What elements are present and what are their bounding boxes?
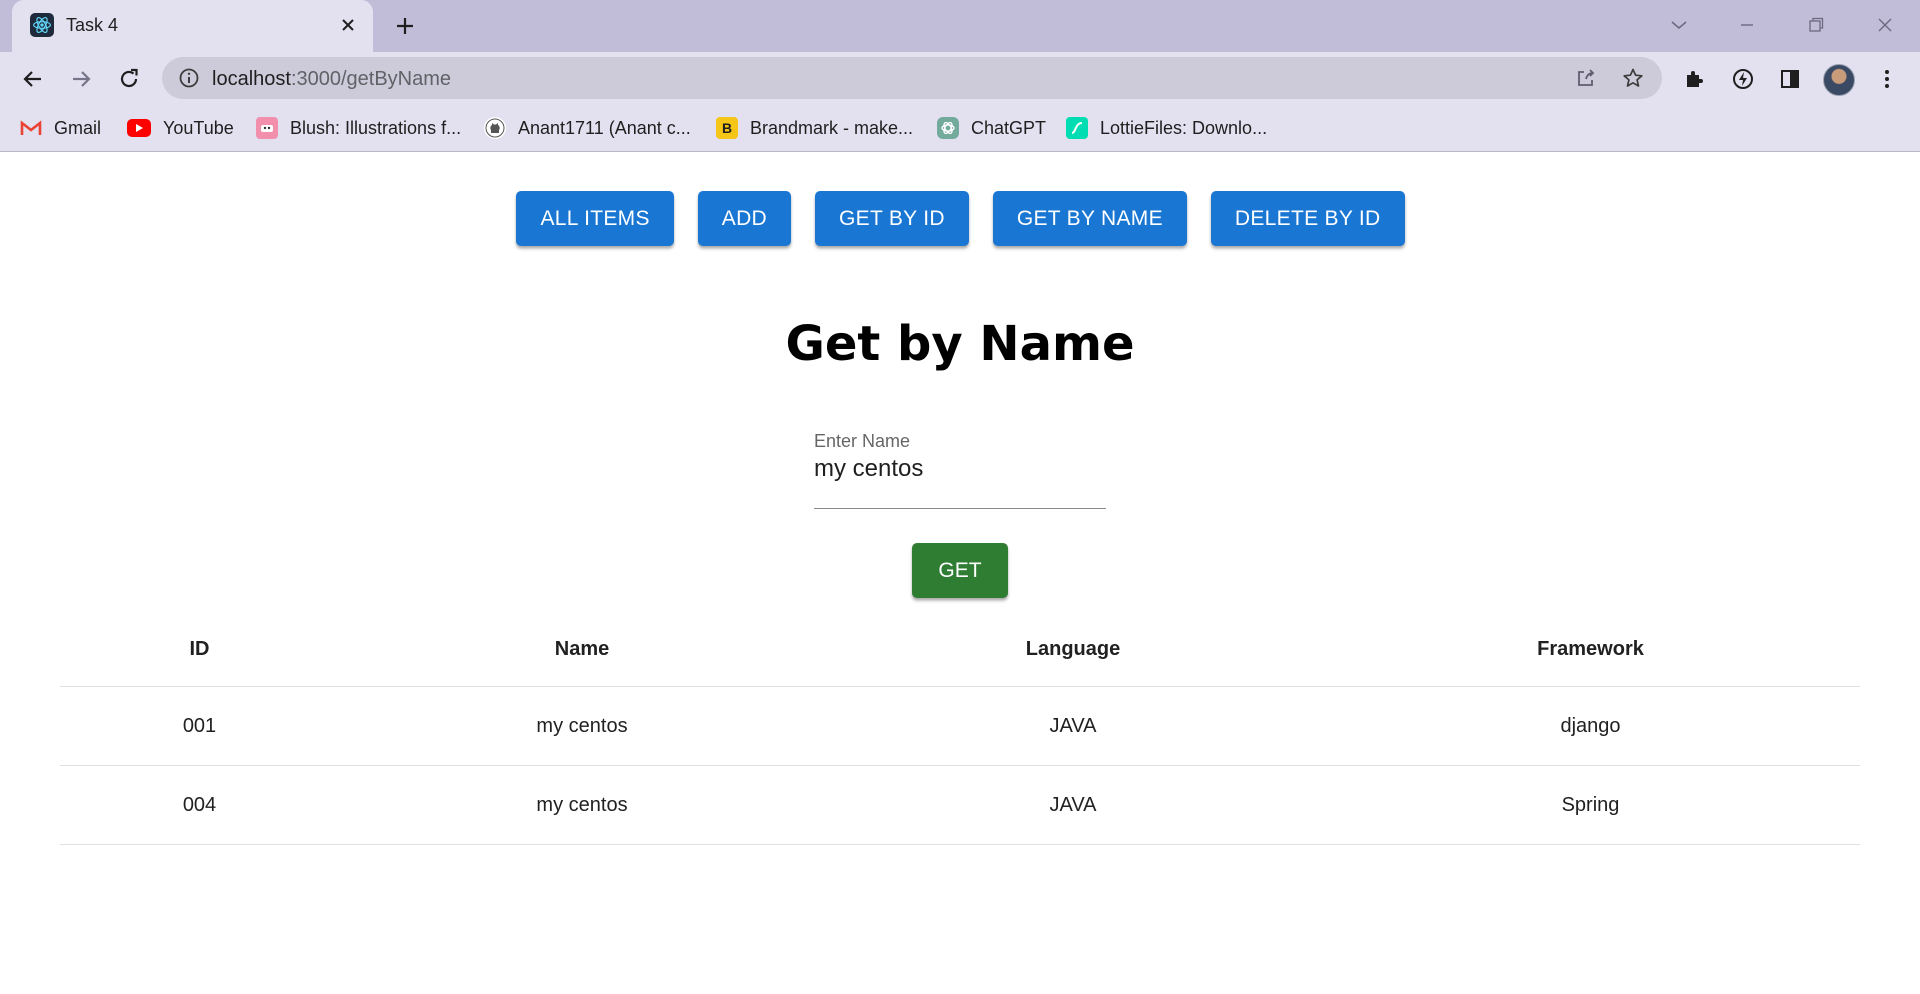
- chatgpt-icon: [937, 117, 959, 139]
- back-arrow-icon[interactable]: [17, 63, 49, 95]
- bookmark-chatgpt[interactable]: ChatGPT: [937, 114, 1046, 142]
- bookmarks-bar: Gmail YouTube Blush: Illustrations f... …: [0, 104, 1920, 152]
- bookmark-label: YouTube: [163, 117, 234, 138]
- table-row: 001 my centos JAVA django: [60, 687, 1860, 766]
- url-text[interactable]: localhost:3000/getByName: [212, 68, 451, 91]
- header-framework: Framework: [1537, 638, 1644, 660]
- bookmark-label: LottieFiles: Downlo...: [1100, 117, 1268, 138]
- new-tab-plus-icon[interactable]: [390, 11, 420, 41]
- site-info-icon[interactable]: [178, 67, 200, 89]
- bookmark-lottiefiles[interactable]: LottieFiles: Downlo...: [1066, 114, 1267, 142]
- get-by-name-button[interactable]: GET BY NAME: [992, 191, 1187, 246]
- bookmark-github[interactable]: Anant1711 (Anant c...: [484, 114, 691, 142]
- cell-language: JAVA: [1049, 714, 1097, 737]
- blush-icon: [256, 117, 278, 139]
- bookmark-label: Gmail: [54, 117, 102, 138]
- table-row: 004 my centos JAVA Spring: [60, 766, 1860, 845]
- brandmark-icon: B: [716, 117, 738, 139]
- close-tab-icon[interactable]: [335, 12, 361, 38]
- github-icon: [484, 117, 506, 139]
- minimize-icon[interactable]: [1732, 10, 1762, 40]
- profile-avatar[interactable]: [1823, 64, 1855, 96]
- close-window-icon[interactable]: [1870, 10, 1900, 40]
- youtube-icon: [127, 119, 151, 137]
- get-by-id-button[interactable]: GET BY ID: [815, 191, 969, 246]
- share-icon[interactable]: [1574, 66, 1598, 90]
- bookmark-gmail[interactable]: Gmail: [20, 114, 101, 142]
- table-header-row: ID Name Language Framework: [60, 613, 1860, 687]
- header-id: ID: [189, 638, 210, 660]
- add-button[interactable]: ADD: [697, 191, 792, 246]
- bookmark-brandmark[interactable]: B Brandmark - make...: [716, 114, 913, 142]
- name-input[interactable]: my centos: [814, 455, 923, 483]
- gmail-icon: [20, 117, 42, 139]
- cell-name: my centos: [536, 714, 628, 737]
- side-panel-icon[interactable]: [1777, 66, 1803, 92]
- header-language: Language: [1025, 638, 1121, 660]
- tab-search-chevron-icon[interactable]: [1664, 10, 1694, 40]
- cell-framework: django: [1560, 714, 1621, 737]
- results-table: ID Name Language Framework 001 my centos…: [60, 613, 1860, 845]
- page-content: ALL ITEMS ADD GET BY ID GET BY NAME DELE…: [0, 153, 1920, 994]
- cell-id: 001: [182, 714, 217, 737]
- cell-framework: Spring: [1561, 793, 1620, 816]
- tab-title: Task 4: [66, 15, 119, 35]
- cell-id: 004: [182, 793, 217, 816]
- lottiefiles-icon: [1066, 117, 1088, 139]
- name-field[interactable]: Enter Name my centos: [814, 431, 1106, 509]
- bookmark-star-icon[interactable]: [1621, 66, 1645, 90]
- reload-icon[interactable]: [113, 63, 145, 95]
- all-items-button[interactable]: ALL ITEMS: [516, 191, 674, 246]
- bookmark-label: Brandmark - make...: [750, 117, 914, 138]
- extensions-puzzle-icon[interactable]: [1682, 66, 1708, 92]
- cell-language: JAVA: [1049, 793, 1097, 816]
- input-underline: [814, 508, 1106, 509]
- bookmark-youtube[interactable]: YouTube: [127, 114, 234, 142]
- bookmark-label: Blush: Illustrations f...: [290, 117, 462, 138]
- url-path: :3000/getByName: [290, 68, 452, 90]
- page-title: Get by Name: [785, 316, 1135, 372]
- browser-tab[interactable]: Task 4: [12, 0, 373, 52]
- header-name: Name: [554, 638, 610, 660]
- browser-tab-bar: Task 4: [0, 0, 1920, 52]
- url-host: localhost: [212, 68, 291, 90]
- menu-kebab-icon[interactable]: [1874, 66, 1900, 92]
- bookmark-blush[interactable]: Blush: Illustrations f...: [256, 114, 461, 142]
- browser-toolbar: localhost:3000/getByName: [0, 52, 1920, 104]
- react-icon: [30, 13, 54, 37]
- bookmark-label: Anant1711 (Anant c...: [518, 117, 691, 138]
- bookmark-label: ChatGPT: [971, 117, 1047, 138]
- delete-by-id-button[interactable]: DELETE BY ID: [1210, 191, 1405, 246]
- restore-icon[interactable]: [1801, 10, 1831, 40]
- forward-arrow-icon[interactable]: [65, 63, 97, 95]
- cell-name: my centos: [536, 793, 628, 816]
- address-bar[interactable]: localhost:3000/getByName: [162, 57, 1662, 99]
- performance-icon[interactable]: [1730, 66, 1756, 92]
- name-field-label: Enter Name: [814, 431, 911, 451]
- get-button[interactable]: GET: [912, 543, 1008, 598]
- nav-button-row: ALL ITEMS ADD GET BY ID GET BY NAME DELE…: [0, 191, 1920, 246]
